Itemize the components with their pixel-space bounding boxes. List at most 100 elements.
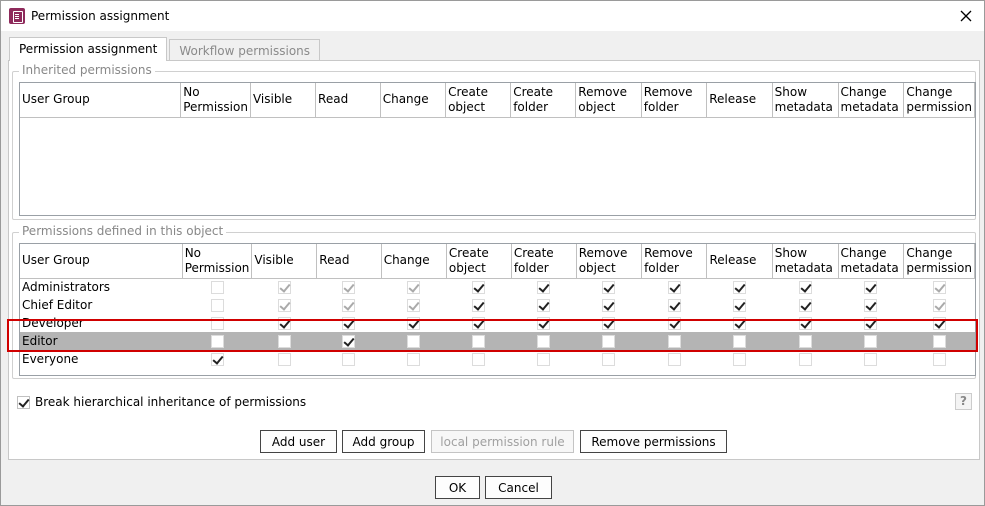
permission-checkbox[interactable] bbox=[407, 317, 421, 330]
permission-checkbox bbox=[407, 281, 421, 295]
permission-cell bbox=[252, 314, 317, 332]
permission-cell bbox=[317, 296, 381, 314]
permission-checkbox[interactable] bbox=[932, 317, 946, 330]
permission-cell bbox=[772, 332, 839, 350]
permission-checkbox[interactable] bbox=[472, 317, 486, 330]
user-group-name: Chief Editor bbox=[22, 298, 93, 312]
permission-checkbox[interactable] bbox=[733, 335, 747, 348]
permission-checkbox bbox=[472, 353, 486, 366]
break-inheritance-option[interactable]: Break hierarchical inheritance of permis… bbox=[17, 395, 306, 409]
inherited-column-header[interactable]: Create object bbox=[445, 83, 512, 118]
inherited-column-header[interactable]: Change metadata bbox=[838, 83, 905, 118]
inherited-column-header[interactable]: Change bbox=[380, 83, 447, 118]
remove-permissions-button[interactable]: Remove permissions bbox=[580, 430, 727, 453]
permission-cell bbox=[381, 350, 446, 368]
defined-column-header[interactable]: Change metadata bbox=[838, 244, 905, 279]
inherited-column-header[interactable]: Remove object bbox=[575, 83, 642, 118]
permission-checkbox[interactable] bbox=[733, 299, 747, 312]
inherited-column-header[interactable]: Show metadata bbox=[772, 83, 839, 118]
local-permission-rule-button[interactable]: local permission rule bbox=[431, 430, 574, 453]
permission-checkbox[interactable] bbox=[210, 353, 224, 366]
permission-checkbox[interactable] bbox=[864, 281, 878, 295]
permission-checkbox[interactable] bbox=[602, 317, 616, 330]
permission-checkbox[interactable] bbox=[472, 335, 486, 348]
defined-column-header[interactable]: Remove object bbox=[576, 244, 643, 279]
permission-checkbox[interactable] bbox=[667, 317, 681, 330]
inherited-column-header[interactable]: Visible bbox=[250, 83, 317, 118]
permission-checkbox[interactable] bbox=[798, 299, 812, 312]
permission-checkbox[interactable] bbox=[667, 281, 681, 295]
ok-button[interactable]: OK bbox=[435, 476, 480, 499]
permission-cell bbox=[772, 296, 838, 314]
permission-checkbox[interactable] bbox=[537, 335, 551, 348]
permission-checkbox[interactable] bbox=[342, 335, 356, 348]
permission-checkbox[interactable] bbox=[733, 317, 747, 330]
defined-column-header[interactable]: Visible bbox=[251, 244, 318, 279]
permission-checkbox[interactable] bbox=[667, 335, 681, 348]
permission-checkbox[interactable] bbox=[864, 299, 878, 312]
permission-checkbox bbox=[537, 353, 551, 366]
permission-checkbox[interactable] bbox=[864, 317, 878, 330]
inherited-permissions-label: Inherited permissions bbox=[19, 63, 155, 77]
defined-column-header[interactable]: Show metadata bbox=[772, 244, 839, 279]
inherited-column-header[interactable]: No Permission bbox=[180, 83, 251, 118]
permission-checkbox[interactable] bbox=[472, 299, 486, 312]
table-row[interactable]: Developer bbox=[20, 314, 975, 332]
add-group-button[interactable]: Add group bbox=[342, 430, 425, 453]
permission-checkbox[interactable] bbox=[864, 335, 878, 348]
permission-checkbox[interactable] bbox=[798, 335, 812, 348]
defined-column-header[interactable]: Remove folder bbox=[641, 244, 708, 279]
break-inheritance-checkbox[interactable] bbox=[17, 395, 30, 409]
inherited-column-header[interactable]: Change permission bbox=[903, 83, 975, 118]
close-button[interactable] bbox=[954, 4, 978, 28]
table-row[interactable]: Everyone bbox=[20, 350, 975, 368]
permission-cell bbox=[576, 278, 641, 296]
permission-checkbox[interactable] bbox=[537, 281, 551, 295]
inherited-permissions-table[interactable]: User Group No Permission Visible Read Change… bbox=[19, 82, 976, 216]
defined-column-header[interactable]: Change permission bbox=[903, 244, 975, 279]
defined-column-header[interactable]: Create folder bbox=[511, 244, 577, 279]
permission-cell bbox=[903, 332, 975, 350]
help-icon[interactable]: ? bbox=[955, 393, 972, 410]
inherited-column-header[interactable]: Create folder bbox=[510, 83, 577, 118]
permission-checkbox[interactable] bbox=[667, 299, 681, 312]
defined-column-header[interactable]: Read bbox=[316, 244, 382, 279]
permission-checkbox[interactable] bbox=[342, 317, 356, 330]
inherited-column-header[interactable]: User Group bbox=[20, 83, 182, 118]
permission-checkbox[interactable] bbox=[798, 317, 812, 330]
inherited-column-header[interactable]: Release bbox=[706, 83, 773, 118]
permission-checkbox[interactable] bbox=[602, 281, 616, 295]
permission-checkbox[interactable] bbox=[407, 335, 421, 348]
defined-column-header[interactable]: User Group bbox=[20, 244, 183, 279]
permission-checkbox[interactable] bbox=[602, 299, 616, 312]
permission-checkbox[interactable] bbox=[472, 281, 486, 295]
permission-checkbox[interactable] bbox=[733, 281, 747, 295]
permission-cell bbox=[707, 296, 772, 314]
inherited-column-header[interactable]: Remove folder bbox=[641, 83, 708, 118]
defined-permissions-group: Permissions defined in this object User … bbox=[12, 224, 976, 379]
tab-workflow-permissions[interactable]: Workflow permissions bbox=[169, 39, 321, 61]
permission-checkbox[interactable] bbox=[277, 335, 291, 348]
permission-checkbox[interactable] bbox=[798, 281, 812, 295]
defined-column-header[interactable]: Change bbox=[381, 244, 447, 279]
tab-permission-assignment[interactable]: Permission assignment bbox=[9, 37, 168, 61]
defined-column-header[interactable]: No Permission bbox=[182, 244, 253, 279]
inherited-column-header[interactable]: Read bbox=[315, 83, 381, 118]
permission-checkbox[interactable] bbox=[602, 335, 616, 348]
permission-cell bbox=[446, 350, 511, 368]
table-row[interactable]: Chief Editor bbox=[20, 296, 975, 314]
permission-checkbox[interactable] bbox=[537, 317, 551, 330]
permission-checkbox bbox=[602, 353, 616, 366]
permission-checkbox[interactable] bbox=[932, 335, 946, 348]
cancel-button[interactable]: Cancel bbox=[485, 476, 552, 499]
add-user-button[interactable]: Add user bbox=[260, 430, 337, 453]
defined-column-header[interactable]: Create object bbox=[446, 244, 512, 279]
table-row[interactable]: Administrators bbox=[20, 278, 975, 296]
permission-cell bbox=[904, 314, 975, 332]
permission-checkbox[interactable] bbox=[277, 317, 291, 330]
permission-checkbox[interactable] bbox=[537, 299, 551, 312]
permission-checkbox[interactable] bbox=[210, 335, 224, 348]
defined-column-header[interactable]: Release bbox=[706, 244, 773, 279]
defined-permissions-table[interactable]: User Group No Permission Visible Read Change… bbox=[19, 243, 976, 376]
table-row[interactable]: Editor bbox=[20, 332, 975, 350]
